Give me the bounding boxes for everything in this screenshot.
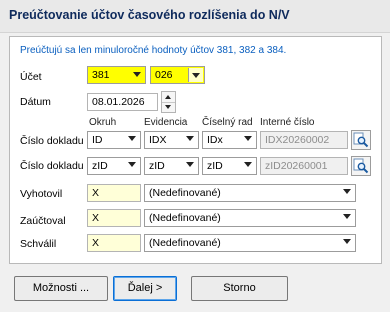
spin-up-icon[interactable] (165, 95, 171, 99)
zauctoval-label: Zaúčtoval (20, 215, 66, 227)
datum-label: Dátum (20, 96, 51, 108)
cancel-button[interactable]: Storno (191, 276, 288, 301)
search-button[interactable] (351, 156, 371, 176)
chevron-down-icon[interactable] (343, 239, 351, 244)
chevron-down-icon[interactable] (343, 214, 351, 219)
chevron-down-icon[interactable] (186, 162, 194, 167)
chevron-down-icon[interactable] (186, 136, 194, 141)
chevron-down-icon[interactable] (128, 136, 136, 141)
chevron-down-icon[interactable] (244, 136, 252, 141)
datum-spinner[interactable] (161, 91, 176, 113)
title-bar: Preúčtovanie účtov časového rozlíšenia d… (0, 0, 390, 33)
vyhotovil-label: Vyhotovil (20, 188, 63, 200)
okruh-select[interactable]: ID (87, 131, 141, 149)
evidencia-select[interactable]: zID (144, 157, 199, 175)
next-button[interactable]: Ďalej > (113, 276, 177, 301)
schvalil-code-input[interactable]: X (87, 234, 141, 252)
zauctoval-code-input[interactable]: X (87, 209, 141, 227)
form-panel: Preúčtujú sa len minuloročné hodnoty účt… (9, 36, 382, 264)
vyhotovil-code-input[interactable]: X (87, 184, 141, 202)
evidencia-select[interactable]: IDX (144, 131, 199, 149)
column-evidencia: Evidencia (144, 117, 188, 128)
window-title: Preúčtovanie účtov časového rozlíšenia d… (9, 8, 290, 22)
column-interne-cislo: Interné číslo (260, 117, 315, 128)
chevron-down-icon[interactable] (192, 73, 200, 78)
search-icon (353, 132, 369, 148)
chevron-down-icon[interactable] (133, 72, 141, 77)
options-button[interactable]: Možnosti ... (14, 276, 108, 301)
chevron-down-icon[interactable] (244, 162, 252, 167)
okruh-select[interactable]: zID (87, 157, 141, 175)
zauctoval-select[interactable]: (Nedefinované) (144, 209, 356, 227)
ucet-select[interactable]: 381 (87, 66, 146, 84)
interne-cislo-field: zID20260001 (260, 157, 348, 175)
ciselny-rad-select[interactable]: zID (202, 157, 257, 175)
chevron-down-icon[interactable] (128, 162, 136, 167)
datum-input[interactable]: 08.01.2026 (87, 93, 158, 111)
cislo-dokladu-label: Číslo dokladu (20, 135, 84, 147)
schvalil-label: Schválil (20, 238, 57, 250)
ucet-label: Účet (20, 71, 42, 83)
search-icon (353, 158, 369, 174)
chevron-down-icon[interactable] (343, 189, 351, 194)
ucet-sub-select[interactable]: 026 (150, 66, 205, 84)
schvalil-select[interactable]: (Nedefinované) (144, 234, 356, 252)
column-okruh: Okruh (89, 117, 117, 128)
vyhotovil-select[interactable]: (Nedefinované) (144, 184, 356, 202)
info-text: Preúčtujú sa len minuloročné hodnoty účt… (20, 45, 287, 56)
ciselny-rad-select[interactable]: IDx (202, 131, 257, 149)
spin-down-icon[interactable] (165, 105, 171, 109)
column-ciselny-rad: Číselný rad (202, 117, 253, 128)
cislo-dokladu-label: Číslo dokladu (20, 160, 84, 172)
search-button[interactable] (351, 130, 371, 150)
interne-cislo-field: IDX20260002 (260, 131, 348, 149)
